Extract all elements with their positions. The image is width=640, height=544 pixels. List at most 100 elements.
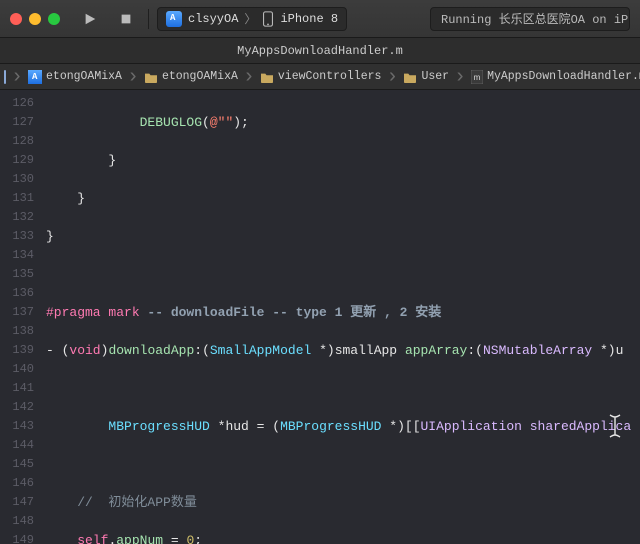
code-text: } [46, 229, 54, 244]
scheme-selector[interactable]: clsyyOA 〉 iPhone 8 [157, 7, 347, 31]
code-text: downloadApp [108, 343, 194, 358]
code-text: = [163, 533, 186, 544]
code-text [46, 419, 108, 434]
line-number: 138 [0, 322, 42, 341]
jumpbar-folder-1[interactable]: etongOAMixA [144, 70, 238, 83]
chevron-right-icon: 〉 [244, 10, 256, 27]
window-traffic-lights [10, 13, 60, 25]
code-text: -- downloadFile -- type 1 更新 , 2 安装 [140, 305, 442, 320]
line-number: 127 [0, 113, 42, 132]
folder-icon [260, 71, 274, 83]
line-number: 139 [0, 341, 42, 360]
jumpbar-folder-3-label: User [421, 70, 449, 83]
chevron-right-icon: › [238, 66, 260, 89]
line-number: 148 [0, 512, 42, 531]
tab-bar: MyAppsDownloadHandler.m [0, 38, 640, 64]
close-icon[interactable] [10, 13, 22, 25]
objc-file-icon: m [471, 70, 483, 84]
jumpbar-folder-2-label: viewControllers [278, 70, 382, 83]
line-number: 132 [0, 208, 42, 227]
line-number: 129 [0, 151, 42, 170]
line-number: 143 [0, 417, 42, 436]
code-text: } [46, 191, 85, 206]
scheme-name: clsyyOA [188, 12, 238, 26]
line-number: 134 [0, 246, 42, 265]
toolbar-divider [148, 9, 149, 29]
line-number: 141 [0, 379, 42, 398]
code-text: *hud = ( [210, 419, 280, 434]
jumpbar-file[interactable]: m MyAppsDownloadHandler.m [471, 70, 640, 84]
line-number: 144 [0, 436, 42, 455]
code-text: :( [194, 343, 210, 358]
line-number: 142 [0, 398, 42, 417]
line-number-gutter: 1261271281291301311321331341351361371381… [0, 90, 42, 544]
jumpbar-folder-2[interactable]: viewControllers [260, 70, 382, 83]
text-cursor-icon [559, 393, 624, 465]
line-number: 147 [0, 493, 42, 512]
code-text: MBProgressHUD [108, 419, 209, 434]
line-number: 149 [0, 531, 42, 544]
code-text: ( [202, 115, 210, 130]
line-number: 131 [0, 189, 42, 208]
code-text: void [69, 343, 100, 358]
code-text: *)[[ [381, 419, 420, 434]
code-text: self [77, 533, 108, 544]
chevron-right-icon: › [122, 66, 144, 89]
code-text [522, 419, 530, 434]
code-text: SmallAppModel [210, 343, 311, 358]
code-text: ); [233, 115, 249, 130]
jumpbar-folder-1-label: etongOAMixA [162, 70, 238, 83]
code-text: appArray [405, 343, 467, 358]
app-icon [166, 11, 182, 27]
run-button[interactable] [76, 8, 104, 30]
line-number: 145 [0, 455, 42, 474]
project-icon [28, 70, 42, 84]
code-text: // 初始化APP数量 [46, 495, 197, 510]
maximize-icon[interactable] [48, 13, 60, 25]
code-text: MBProgressHUD [280, 419, 381, 434]
stop-button[interactable] [112, 8, 140, 30]
code-text: - ( [46, 343, 69, 358]
code-text [397, 343, 405, 358]
folder-icon [403, 71, 417, 83]
chevron-right-icon: › [6, 66, 28, 89]
jumpbar-project-label: etongOAMixA [46, 70, 122, 83]
chevron-right-icon: › [449, 66, 471, 89]
device-name: iPhone 8 [280, 12, 338, 26]
line-number: 136 [0, 284, 42, 303]
toolbar: clsyyOA 〉 iPhone 8 Running 长乐区总医院OA on i… [0, 0, 640, 38]
minimize-icon[interactable] [29, 13, 41, 25]
jump-bar[interactable]: › etongOAMixA › etongOAMixA › viewContro… [0, 64, 640, 90]
code-text: ; [194, 533, 202, 544]
status-text: Running 长乐区总医院OA on iPhon [441, 10, 630, 27]
activity-status[interactable]: Running 长乐区总医院OA on iPhon [430, 7, 630, 31]
code-text: appNum [116, 533, 163, 544]
line-number: 126 [0, 94, 42, 113]
code-editor[interactable]: 1261271281291301311321331341351361371381… [0, 90, 640, 544]
code-text: :( [467, 343, 483, 358]
code-text: DEBUGLOG [46, 115, 202, 130]
jumpbar-project[interactable]: etongOAMixA [28, 70, 122, 84]
tab-filename[interactable]: MyAppsDownloadHandler.m [237, 44, 403, 58]
jumpbar-folder-3[interactable]: User [403, 70, 449, 83]
code-text: smallApp [335, 343, 397, 358]
svg-text:m: m [474, 73, 481, 82]
code-text: } [46, 153, 116, 168]
jumpbar-file-label: MyAppsDownloadHandler.m [487, 70, 640, 83]
line-number: 133 [0, 227, 42, 246]
code-text: *) [311, 343, 334, 358]
line-number: 128 [0, 132, 42, 151]
code-text [46, 533, 77, 544]
line-number: 135 [0, 265, 42, 284]
code-area[interactable]: DEBUGLOG(@""); } } } #pragma mark -- dow… [42, 90, 640, 544]
code-text: UIApplication [421, 419, 522, 434]
line-number: 130 [0, 170, 42, 189]
chevron-right-icon: › [381, 66, 403, 89]
line-number: 137 [0, 303, 42, 322]
device-icon [262, 11, 274, 27]
code-text: #pragma mark [46, 305, 140, 320]
code-text: *)u [592, 343, 623, 358]
line-number: 146 [0, 474, 42, 493]
folder-icon [144, 71, 158, 83]
code-text: NSMutableArray [483, 343, 592, 358]
